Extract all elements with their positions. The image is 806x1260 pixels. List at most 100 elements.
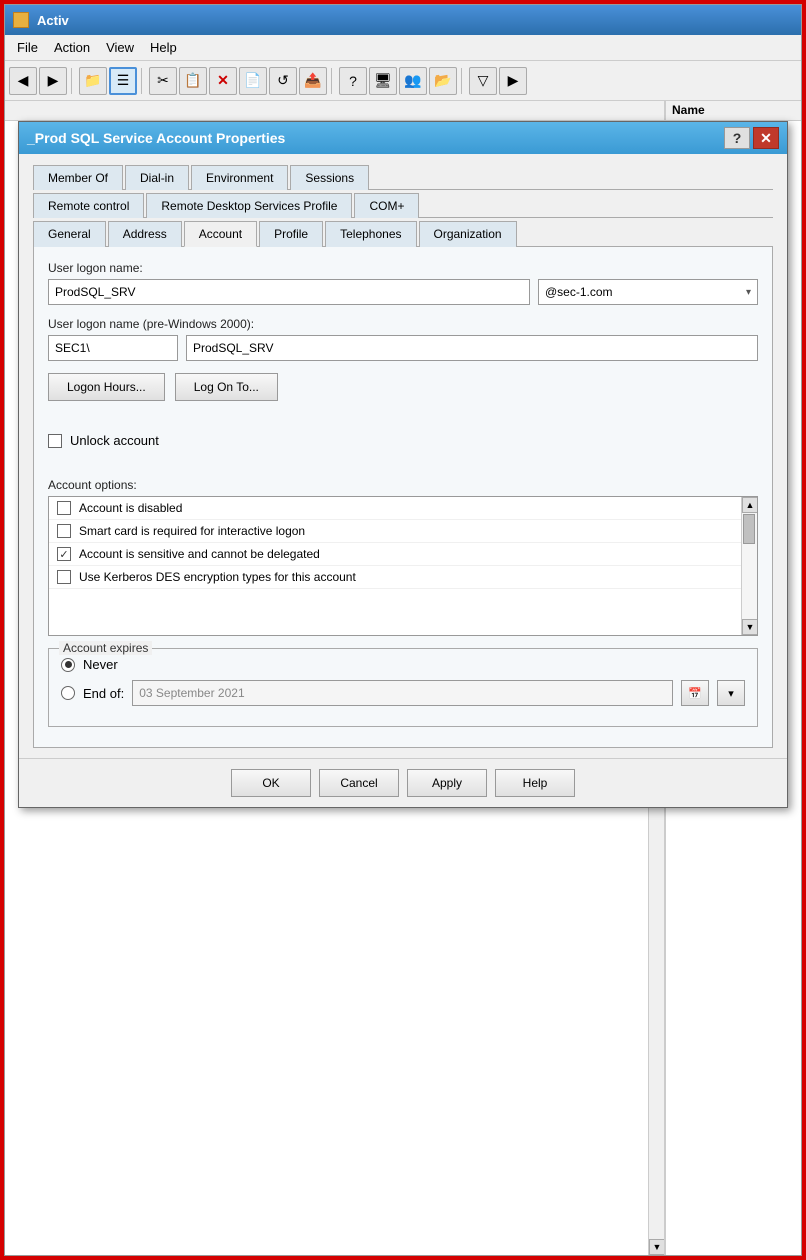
- separator-1: [71, 68, 75, 94]
- export-button[interactable]: 📤: [299, 67, 327, 95]
- option-smartcard-label: Smart card is required for interactive l…: [79, 524, 305, 538]
- options-scroll-track: [742, 513, 757, 619]
- more-button[interactable]: ▶: [499, 67, 527, 95]
- folder-open-button[interactable]: 📂: [429, 67, 457, 95]
- account-options-label: Account options:: [48, 478, 758, 492]
- date-picker-button[interactable]: 📅: [681, 680, 709, 706]
- account-options-list: Account is disabled Smart card is requir…: [48, 496, 758, 636]
- select-arrow-icon: ▾: [746, 287, 751, 298]
- option-kerberos-label: Use Kerberos DES encryption types for th…: [79, 570, 356, 584]
- refresh-button[interactable]: ↺: [269, 67, 297, 95]
- cut-button[interactable]: ✂: [149, 67, 177, 95]
- dialog-close-button[interactable]: ✕: [753, 127, 779, 149]
- logon-hours-button[interactable]: Logon Hours...: [48, 373, 165, 401]
- pre2000-prefix-input[interactable]: [48, 335, 178, 361]
- logon-row: @sec-1.com ▾: [48, 279, 758, 305]
- tab-account[interactable]: Account: [184, 221, 257, 247]
- options-scroll-down[interactable]: ▼: [742, 619, 758, 635]
- separator-3: [331, 68, 335, 94]
- logon-input[interactable]: [48, 279, 530, 305]
- never-radio[interactable]: [61, 658, 75, 672]
- menu-file[interactable]: File: [9, 38, 46, 57]
- logon-label: User logon name:: [48, 261, 758, 275]
- divider-2: [48, 464, 758, 478]
- dialog-help-button[interactable]: ?: [724, 127, 750, 149]
- delete-button[interactable]: ✕: [209, 67, 237, 95]
- menu-view[interactable]: View: [98, 38, 142, 57]
- dialog-title: _Prod SQL Service Account Properties: [27, 130, 724, 146]
- domain-select[interactable]: @sec-1.com ▾: [538, 279, 758, 305]
- pre2000-label: User logon name (pre-Windows 2000):: [48, 317, 758, 331]
- account-expires-group: Account expires Never End of: 📅 ▾: [48, 648, 758, 727]
- logon-buttons-row: Logon Hours... Log On To...: [48, 373, 758, 401]
- tab-environment[interactable]: Environment: [191, 165, 288, 190]
- unlock-checkbox[interactable]: [48, 434, 62, 448]
- copy-button[interactable]: 📋: [179, 67, 207, 95]
- tab-organization[interactable]: Organization: [419, 221, 517, 247]
- content-area: ▶ Technical Team ▼ Service Accounts ▶ 👤 …: [5, 101, 801, 1255]
- log-on-to-button[interactable]: Log On To...: [175, 373, 278, 401]
- dialog-buttons: OK Cancel Apply Help: [19, 758, 787, 807]
- option-sensitive-checkbox[interactable]: [57, 547, 71, 561]
- title-bar-text: Activ: [37, 13, 793, 28]
- menu-help[interactable]: Help: [142, 38, 185, 57]
- help-dialog-button[interactable]: Help: [495, 769, 575, 797]
- filter-button[interactable]: ▽: [469, 67, 497, 95]
- date-input[interactable]: [132, 680, 673, 706]
- unlock-label: Unlock account: [70, 433, 159, 448]
- end-of-radio[interactable]: [61, 686, 75, 700]
- option-smartcard-checkbox[interactable]: [57, 524, 71, 538]
- tab-general[interactable]: General: [33, 221, 106, 247]
- title-bar: Activ: [5, 5, 801, 35]
- options-scroll-thumb[interactable]: [743, 514, 755, 544]
- tab-dial-in[interactable]: Dial-in: [125, 165, 189, 190]
- option-kerberos: Use Kerberos DES encryption types for th…: [49, 566, 757, 589]
- properties-button[interactable]: 📄: [239, 67, 267, 95]
- view-list-button[interactable]: ☰: [109, 67, 137, 95]
- help-button[interactable]: ?: [339, 67, 367, 95]
- apply-button[interactable]: Apply: [407, 769, 487, 797]
- menu-action[interactable]: Action: [46, 38, 98, 57]
- options-scrollbar: ▲ ▼: [741, 497, 757, 635]
- account-tab-content: User logon name: @sec-1.com ▾ User logon…: [33, 247, 773, 748]
- option-disabled: Account is disabled: [49, 497, 757, 520]
- menu-bar: File Action View Help: [5, 35, 801, 61]
- never-label: Never: [83, 657, 118, 672]
- never-row: Never: [61, 657, 745, 672]
- option-smartcard: Smart card is required for interactive l…: [49, 520, 757, 543]
- dialog-titlebar: _Prod SQL Service Account Properties ? ✕: [19, 122, 787, 154]
- tab-row-2: Remote control Remote Desktop Services P…: [33, 192, 773, 218]
- connect-button[interactable]: 🖥: [369, 67, 397, 95]
- options-scroll-up[interactable]: ▲: [742, 497, 758, 513]
- option-kerberos-checkbox[interactable]: [57, 570, 71, 584]
- option-disabled-checkbox[interactable]: [57, 501, 71, 515]
- tab-com[interactable]: COM+: [354, 193, 419, 218]
- ok-button[interactable]: OK: [231, 769, 311, 797]
- divider-1: [48, 417, 758, 431]
- separator-4: [461, 68, 465, 94]
- account-expires-label: Account expires: [59, 641, 152, 655]
- option-disabled-label: Account is disabled: [79, 501, 182, 515]
- date-dropdown-button[interactable]: ▾: [717, 680, 745, 706]
- tab-profile[interactable]: Profile: [259, 221, 323, 247]
- option-sensitive: Account is sensitive and cannot be deleg…: [49, 543, 757, 566]
- cancel-button[interactable]: Cancel: [319, 769, 399, 797]
- dialog-content: Member Of Dial-in Environment Sessions R…: [19, 154, 787, 758]
- tab-sessions[interactable]: Sessions: [290, 165, 369, 190]
- tab-row-3: General Address Account Profile Telephon…: [33, 220, 773, 247]
- option-sensitive-label: Account is sensitive and cannot be deleg…: [79, 547, 320, 561]
- tab-telephones[interactable]: Telephones: [325, 221, 416, 247]
- users-button[interactable]: 👥: [399, 67, 427, 95]
- separator-2: [141, 68, 145, 94]
- forward-button[interactable]: ▶: [39, 67, 67, 95]
- tab-rdp[interactable]: Remote Desktop Services Profile: [146, 193, 352, 218]
- tab-remote-control[interactable]: Remote control: [33, 193, 144, 218]
- dialog-overlay: _Prod SQL Service Account Properties ? ✕…: [5, 101, 801, 1255]
- up-folder-button[interactable]: 📁: [79, 67, 107, 95]
- properties-dialog: _Prod SQL Service Account Properties ? ✕…: [18, 121, 788, 808]
- pre2000-value-input[interactable]: [186, 335, 758, 361]
- tab-member-of[interactable]: Member Of: [33, 165, 123, 190]
- tab-address[interactable]: Address: [108, 221, 182, 247]
- back-button[interactable]: ◀: [9, 67, 37, 95]
- unlock-row: Unlock account: [48, 431, 758, 450]
